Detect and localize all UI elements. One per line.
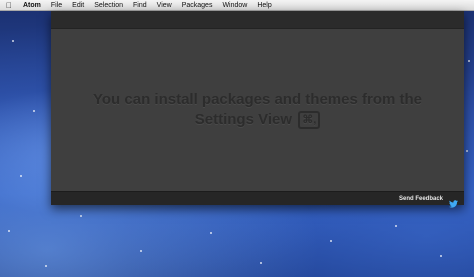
status-bar: Send Feedback <box>51 191 464 208</box>
star <box>45 265 47 267</box>
empty-editor-message: You can install packages and themes from… <box>63 90 453 130</box>
star <box>466 150 468 152</box>
atom-window: You can install packages and themes from… <box>51 11 464 208</box>
settings-keybinding: ⌘, <box>298 111 321 129</box>
menu-window[interactable]: Window <box>217 0 252 11</box>
star <box>210 232 212 234</box>
star <box>440 255 442 257</box>
menu-view[interactable]: View <box>152 0 177 11</box>
star <box>80 215 82 217</box>
menu-file[interactable]: File <box>46 0 67 11</box>
menu-help[interactable]: Help <box>252 0 276 11</box>
star <box>12 40 14 42</box>
star <box>8 230 10 232</box>
menu-edit[interactable]: Edit <box>67 0 89 11</box>
star <box>33 110 35 112</box>
install-packages-hint: You can install packages and themes from… <box>93 91 422 128</box>
window-titlebar[interactable] <box>51 11 464 29</box>
star <box>140 250 142 252</box>
menu-bar:  Atom File Edit Selection Find View Pac… <box>0 0 474 11</box>
star <box>395 225 397 227</box>
menu-atom[interactable]: Atom <box>18 0 46 11</box>
star <box>260 262 262 264</box>
twitter-bird-icon[interactable] <box>449 195 458 208</box>
apple-logo-icon[interactable]:  <box>0 0 18 11</box>
editor-pane[interactable]: You can install packages and themes from… <box>51 29 464 191</box>
star <box>20 175 22 177</box>
desktop-background:  Atom File Edit Selection Find View Pac… <box>0 0 474 277</box>
menu-selection[interactable]: Selection <box>89 0 128 11</box>
star <box>330 240 332 242</box>
star <box>468 60 470 62</box>
menu-find[interactable]: Find <box>128 0 152 11</box>
send-feedback-link[interactable]: Send Feedback <box>399 196 443 202</box>
menu-packages[interactable]: Packages <box>177 0 218 11</box>
